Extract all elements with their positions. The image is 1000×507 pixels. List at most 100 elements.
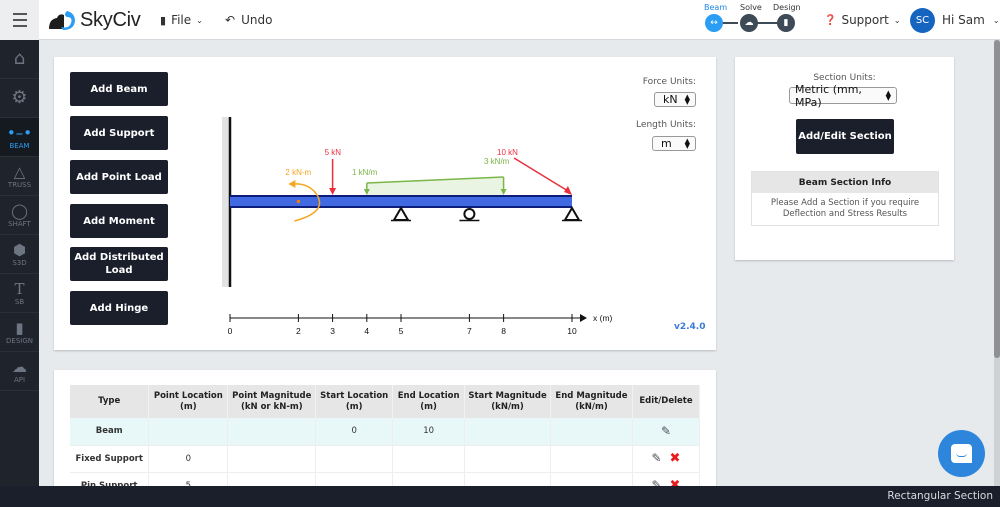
cell-end-magnitude — [550, 445, 633, 473]
chevron-down-icon: ⌄ — [893, 15, 901, 25]
force-units-label: Force Units: — [642, 77, 696, 87]
gear-icon: ⚙ — [11, 86, 28, 108]
point-load-10kn-arrow[interactable] — [513, 157, 569, 192]
chevron-down-icon: ⌄ — [992, 15, 1000, 25]
force-units-select[interactable]: kN ▲ ▼ — [654, 92, 696, 107]
step-connector — [756, 22, 778, 24]
step-solve[interactable]: ☁ — [740, 14, 758, 32]
document-icon: ▮ — [783, 18, 789, 28]
beam-icon: •–• — [6, 123, 33, 142]
x-axis-tick-label: 5 — [399, 326, 404, 336]
sidebar-item-label: S3D — [12, 258, 27, 267]
moment-label: 2 kN-m — [285, 168, 311, 177]
table-header-row: Type Point Location (m) Point Magnitude … — [70, 385, 701, 418]
table-row[interactable]: Fixed Support 0 ✎ ✖ — [70, 445, 701, 473]
delete-icon[interactable]: ✖ — [670, 451, 681, 466]
user-menu[interactable]: Hi Sam ⌄ — [942, 13, 1000, 27]
sidebar-item-label: API — [13, 375, 26, 384]
undo-label: Undo — [241, 13, 273, 27]
pin-support-symbol[interactable] — [562, 206, 582, 222]
x-axis-tick-label: 7 — [467, 326, 472, 336]
point-load-10kn-label: 10 kN — [497, 148, 518, 157]
column-header: End Location (m) — [392, 385, 466, 418]
file-menu-label: File — [171, 13, 192, 27]
logo[interactable]: SkyCiv — [47, 8, 141, 32]
shaft-icon: ◯ — [11, 201, 28, 220]
section-card: Section Units: Metric (mm, MPa) ▲ ▼ Add/E… — [735, 57, 954, 260]
sidebar-item-label: TRUSS — [7, 180, 32, 189]
beam-body[interactable] — [230, 196, 572, 207]
cell-actions: ✎✖ — [632, 445, 701, 473]
sidebar-item-label: DESIGN — [6, 336, 33, 345]
chevron-down-icon: ⌄ — [196, 15, 203, 25]
sidebar-item-home[interactable]: ⌂ — [0, 40, 39, 79]
hamburger-menu-button[interactable] — [0, 0, 39, 40]
add-hinge-button[interactable]: Add Hinge — [70, 291, 168, 325]
cell-end-magnitude — [550, 418, 633, 446]
beam-diagram[interactable]: 1 kN/m 3 kN/m 2 kN-m 5 kN 10 kN x (m) 0 2… — [214, 112, 674, 342]
chat-button[interactable] — [938, 430, 985, 477]
add-support-button[interactable]: Add Support — [70, 116, 168, 150]
distributed-load-end-label: 3 kN/m — [484, 157, 510, 166]
x-axis-tick-label: 10 — [567, 326, 577, 336]
cloud-api-icon: ☁ — [12, 357, 27, 376]
sidebar-item-settings[interactable]: ⚙ — [0, 79, 39, 118]
column-header: Edit/Delete — [632, 385, 701, 418]
column-header: End Magnitude (kN/m) — [550, 385, 633, 418]
user-greeting: Hi Sam — [942, 13, 985, 27]
section-units-label: Section Units: — [813, 73, 876, 83]
sidebar-item-label: SHAFT — [8, 219, 31, 228]
page-scrollbar[interactable] — [994, 40, 1000, 486]
step-solve-label: Solve — [740, 3, 762, 12]
table-row[interactable]: Beam 0 10 ✎ — [70, 418, 701, 446]
loads-table: Type Point Location (m) Point Magnitude … — [70, 385, 701, 500]
pin-support-symbol[interactable] — [391, 206, 411, 222]
moment-point-marker — [296, 200, 300, 203]
sidebar-item-label: SB — [14, 297, 25, 306]
triangle-icon: △ — [13, 162, 26, 181]
sidebar-item-truss[interactable]: △ TRUSS — [0, 157, 39, 196]
sidebar-item-sb[interactable]: T SB — [0, 274, 39, 313]
edit-icon[interactable]: ✎ — [651, 451, 661, 465]
sidebar-item-shaft[interactable]: ◯ SHAFT — [0, 196, 39, 235]
column-header: Start Location (m) — [315, 385, 394, 418]
avatar[interactable]: SC — [910, 8, 935, 33]
cell-start-magnitude — [464, 418, 552, 446]
select-arrows-icon: ▲ ▼ — [684, 92, 690, 106]
add-beam-button[interactable]: Add Beam — [70, 72, 168, 106]
cell-point-location: 0 — [148, 445, 229, 473]
column-header: Type — [70, 385, 150, 418]
x-axis-tick-label: 8 — [501, 326, 506, 336]
point-load-10kn-arrowhead — [564, 186, 572, 195]
undo-button[interactable]: ↶ Undo — [225, 13, 272, 27]
add-edit-section-button[interactable]: Add/Edit Section — [796, 119, 894, 154]
step-design[interactable]: ▮ — [777, 14, 795, 32]
file-menu[interactable]: ▮ File ⌄ — [160, 13, 203, 27]
select-arrows-icon: ▲ ▼ — [684, 136, 690, 150]
sidebar-item-beam[interactable]: •–• BEAM — [0, 118, 39, 157]
section-units-value: Metric (mm, MPa) — [795, 82, 862, 109]
add-moment-button[interactable]: Add Moment — [70, 204, 168, 238]
sidebar-item-design[interactable]: ▮ DESIGN — [0, 313, 39, 352]
cube-icon: ⬢ — [12, 240, 27, 259]
beam-section-info-title: Beam Section Info — [752, 172, 938, 193]
add-distributed-load-button[interactable]: Add Distributed Load — [70, 247, 168, 281]
select-arrows-icon: ▲ ▼ — [885, 88, 891, 102]
support-menu[interactable]: ❓ Support ⌄ — [824, 13, 901, 27]
roller-support-circle — [463, 208, 476, 220]
column-header: Point Magnitude (kN or kN-m) — [227, 385, 317, 418]
cloud-icon: ☁ — [744, 18, 754, 28]
step-beam[interactable]: ↔ — [705, 14, 723, 32]
section-units-select[interactable]: Metric (mm, MPa) ▲ ▼ — [789, 83, 897, 109]
add-point-load-button[interactable]: Add Point Load — [70, 160, 168, 194]
x-axis-tick-label: 2 — [296, 326, 301, 336]
sidebar-item-api[interactable]: ☁ API — [0, 352, 39, 391]
x-axis-label: x (m) — [593, 313, 613, 323]
scrollbar-thumb[interactable] — [994, 40, 1000, 358]
roller-support-symbol[interactable] — [459, 208, 480, 222]
status-bar: Rectangular Section — [0, 486, 1000, 507]
sidebar-item-s3d[interactable]: ⬢ S3D — [0, 235, 39, 274]
top-bar: SkyCiv ▮ File ⌄ ↶ Undo Beam Solve Design… — [0, 0, 1000, 40]
x-axis-tick-label: 3 — [330, 326, 335, 336]
edit-icon[interactable]: ✎ — [661, 424, 671, 438]
